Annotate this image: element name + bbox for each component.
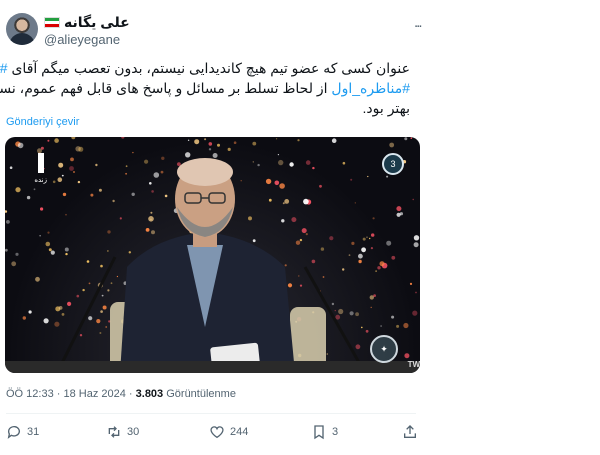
more-icon[interactable]: ...: [414, 14, 422, 31]
divider: [6, 413, 416, 414]
tweet-text-line-1: عنوان کسی که عضو تیم هیچ کاندیدایی نیستم…: [0, 58, 410, 78]
tweet-text: عنوان کسی که عضو تیم هیچ کاندیدایی نیستم…: [0, 58, 410, 118]
views-count: 3.803: [135, 388, 164, 400]
share-button[interactable]: [402, 424, 418, 440]
like-button[interactable]: 244: [209, 424, 248, 440]
like-count: 244: [230, 426, 249, 438]
avatar[interactable]: [6, 13, 38, 45]
translate-link[interactable]: Gönderiyi çevir: [6, 116, 79, 128]
tweet: ... علی یگانه @alieyegane عنوان کسی که ع…: [0, 0, 600, 455]
timestamp[interactable]: ÖÖ 12:33 · 18 Haz 2024 ·: [6, 388, 136, 400]
bookmark-count: 3: [332, 426, 339, 438]
retweet-button[interactable]: 30: [106, 424, 139, 440]
reply-count: 31: [27, 426, 40, 438]
avatar-shoulders: [9, 33, 35, 45]
share-icon: [404, 425, 416, 438]
retweet-count: 30: [127, 426, 140, 438]
display-name-row[interactable]: علی یگانه: [44, 14, 130, 31]
program-logo-icon: ✦: [370, 335, 398, 363]
speaker-figure: [5, 158, 420, 373]
action-bar: 31 30 244 3: [6, 424, 416, 442]
tweet-media-video[interactable]: زنده 3 ✦ TW: [5, 137, 420, 373]
tweet-text-line-3: بهتر بود.: [362, 100, 410, 116]
bookmark-icon: [314, 425, 324, 440]
hashtag-link[interactable]: #قالیباف: [0, 60, 8, 76]
display-name[interactable]: علی یگانه: [64, 14, 130, 31]
iran-flag-icon: [44, 17, 60, 28]
reply-icon: [7, 426, 20, 439]
bookmark-button[interactable]: 3: [311, 424, 338, 440]
reply-button[interactable]: 31: [6, 424, 39, 440]
retweet-icon: [108, 426, 120, 438]
tweet-text-line-2: #مناظره_اول از لحاظ تسلط بر مسائل و پاسخ…: [0, 80, 410, 96]
heart-icon: [210, 426, 224, 439]
user-handle[interactable]: @alieyegane: [44, 32, 120, 47]
hashtag-link[interactable]: #مناظره_اول: [331, 80, 410, 96]
views-label: Görüntülenme: [163, 388, 236, 400]
timestamp-row: ÖÖ 12:33 · 18 Haz 2024 · 3.803 Görüntüle…: [6, 388, 236, 400]
tv-watermark: TW: [407, 360, 420, 369]
